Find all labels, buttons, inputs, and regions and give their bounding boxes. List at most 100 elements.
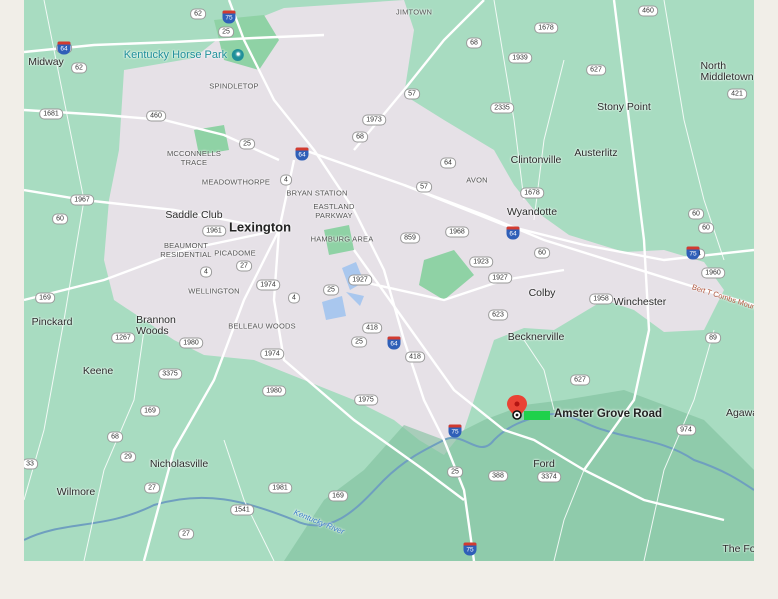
interstate-shield: 64 — [387, 336, 401, 350]
destination-label[interactable]: Amster Grove Road — [554, 408, 662, 420]
place-label[interactable]: Austerlitz — [574, 147, 617, 159]
route-shield: 2335 — [490, 102, 514, 114]
place-label[interactable]: Brannon Woods — [136, 315, 176, 337]
route-shield: 418 — [405, 351, 425, 363]
route-shield: 169 — [140, 405, 160, 417]
route-shield: 60 — [534, 247, 550, 259]
route-shield: 1541 — [230, 504, 254, 516]
route-shield: 4 — [288, 292, 300, 304]
place-label[interactable]: HAMBURG AREA — [311, 235, 374, 244]
route-shield: 1927 — [348, 274, 372, 286]
place-label[interactable]: AVON — [466, 176, 488, 185]
route-shield: 1968 — [445, 226, 469, 238]
route-shield: 1923 — [469, 256, 493, 268]
route-shield: 60 — [688, 208, 704, 220]
place-label[interactable]: MCCONNELLS TRACE — [167, 149, 221, 167]
route-shield: 974 — [676, 424, 696, 436]
route-shield: 33 — [24, 458, 38, 470]
place-label[interactable]: Ford — [533, 458, 555, 470]
route-shield: 169 — [35, 292, 55, 304]
interstate-shield: 75 — [448, 424, 462, 438]
route-shield: 1678 — [534, 22, 558, 34]
interstate-shield: 64 — [295, 147, 309, 161]
route-shield: 460 — [146, 110, 166, 122]
place-label[interactable]: Colby — [529, 287, 556, 299]
place-label[interactable]: JIMTOWN — [396, 8, 432, 17]
route-shield: 1960 — [701, 267, 725, 279]
route-shield: 29 — [120, 451, 136, 463]
map-canvas[interactable] — [24, 0, 754, 561]
route-shield: 25 — [323, 284, 339, 296]
place-label[interactable]: BELLEAU WOODS — [228, 322, 296, 331]
route-shield: 1974 — [260, 348, 284, 360]
route-shield: 60 — [698, 222, 714, 234]
route-shield: 4 — [200, 266, 212, 278]
place-label[interactable]: Wilmore — [57, 486, 96, 498]
target-center — [515, 413, 519, 417]
route-shield: 169 — [328, 490, 348, 502]
interstate-shield: 64 — [506, 226, 520, 240]
place-label[interactable]: PICADOME — [214, 249, 256, 258]
route-shield: 57 — [416, 181, 432, 193]
route-shield: 62 — [71, 62, 87, 74]
place-label[interactable]: Lexington — [229, 220, 291, 235]
place-label[interactable]: Keene — [83, 365, 113, 377]
route-shield: 1961 — [202, 225, 226, 237]
route-shield: 1974 — [256, 279, 280, 291]
place-label[interactable]: The Fo — [722, 543, 754, 555]
place-label[interactable]: Winchester — [614, 296, 667, 308]
map-view[interactable]: Midway JIMTOWN North Middletown SPINDLETOP St… — [24, 0, 754, 561]
place-label[interactable]: SPINDLETOP — [209, 82, 258, 91]
place-label[interactable]: EASTLAND PARKWAY — [313, 202, 354, 220]
route-shield: 1678 — [520, 187, 544, 199]
route-shield: 388 — [488, 470, 508, 482]
route-shield: 27 — [236, 260, 252, 272]
route-shield: 64 — [440, 157, 456, 169]
place-label[interactable]: Agawa — [726, 407, 754, 419]
pin-dot — [514, 401, 520, 407]
place-label[interactable]: Pinckard — [32, 316, 73, 328]
route-shield: 60 — [52, 213, 68, 225]
route-shield: 68 — [352, 131, 368, 143]
poi-kentucky-horse-park[interactable]: Kentucky Horse Park ● — [123, 48, 245, 62]
route-shield: 4 — [280, 174, 292, 186]
place-label[interactable]: Nicholasville — [150, 458, 208, 470]
camera-icon: ● — [232, 49, 245, 62]
place-label[interactable]: Wyandotte — [507, 206, 557, 218]
poi-label: Kentucky Horse Park — [123, 48, 228, 61]
route-shield: 1980 — [262, 385, 286, 397]
route-shield: 460 — [638, 5, 658, 17]
interstate-shield: 75 — [686, 246, 700, 260]
route-shield: 25 — [447, 466, 463, 478]
interstate-shield: 75 — [463, 542, 477, 556]
route-shield: 3375 — [158, 368, 182, 380]
place-label[interactable]: Stony Point — [597, 101, 651, 113]
place-label[interactable]: Midway — [28, 56, 64, 68]
route-shield: 623 — [488, 309, 508, 321]
route-shield: 627 — [570, 374, 590, 386]
place-label[interactable]: Becknerville — [508, 331, 565, 343]
route-shield: 1267 — [111, 332, 135, 344]
route-shield: 68 — [107, 431, 123, 443]
route-shield: 3374 — [537, 471, 561, 483]
interstate-shield: 64 — [57, 41, 71, 55]
route-shield: 25 — [351, 336, 367, 348]
route-shield: 1980 — [179, 337, 203, 349]
place-label[interactable]: WELLINGTON — [188, 287, 239, 296]
route-shield: 57 — [404, 88, 420, 100]
place-label[interactable]: MEADOWTHORPE — [202, 178, 270, 187]
route-shield: 627 — [586, 64, 606, 76]
place-label[interactable]: Saddle Club — [165, 209, 222, 221]
place-label[interactable]: BRYAN STATION — [286, 189, 347, 198]
route-shield: 25 — [218, 26, 234, 38]
route-shield: 68 — [466, 37, 482, 49]
route-shield: 421 — [727, 88, 747, 100]
route-shield: 1958 — [589, 293, 613, 305]
place-label[interactable]: BEAUMONT RESIDENTIAL — [160, 241, 211, 259]
route-shield: 1967 — [70, 194, 94, 206]
route-shield: 62 — [190, 8, 206, 20]
place-label[interactable]: North Middletown — [700, 61, 753, 83]
place-label[interactable]: Clintonville — [511, 154, 562, 166]
route-shield: 89 — [705, 332, 721, 344]
route-shield: 27 — [178, 528, 194, 540]
